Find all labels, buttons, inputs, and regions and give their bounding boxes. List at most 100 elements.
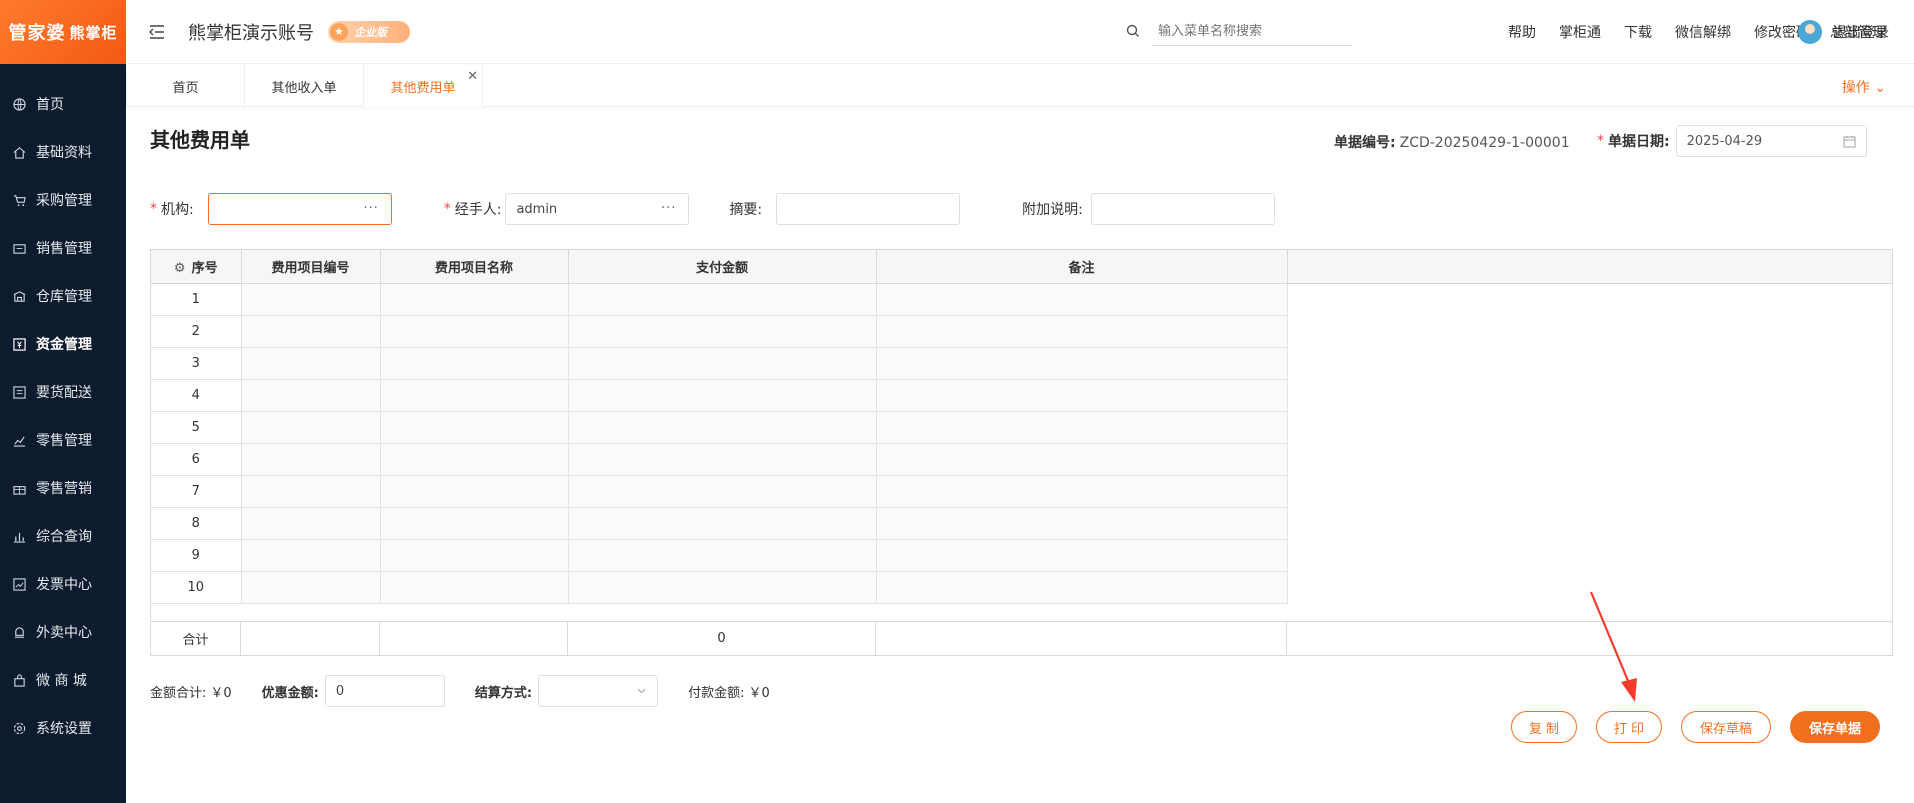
- table-row[interactable]: 5: [151, 411, 1892, 444]
- sidebar-item-purchase[interactable]: 采购管理: [0, 176, 126, 224]
- table-cell[interactable]: [380, 347, 569, 380]
- table-row[interactable]: 7: [151, 475, 1892, 508]
- user-menu[interactable]: 总部管理: [1798, 20, 1886, 44]
- copy-button[interactable]: 复 制: [1511, 711, 1577, 743]
- column-header-empty: [1287, 250, 1892, 284]
- table-row[interactable]: 8: [151, 507, 1892, 540]
- save-button[interactable]: 保存单据: [1790, 711, 1880, 743]
- table-cell[interactable]: [380, 539, 569, 572]
- org-input[interactable]: ···: [207, 193, 392, 225]
- table-cell[interactable]: [568, 507, 877, 540]
- table-cell[interactable]: [876, 347, 1288, 380]
- table-cell[interactable]: [380, 379, 569, 412]
- sidebar-item-funds[interactable]: 资金管理: [0, 320, 126, 368]
- table-cell[interactable]: [241, 315, 381, 348]
- tab-home[interactable]: 首页: [126, 65, 245, 107]
- save-draft-button[interactable]: 保存草稿: [1681, 711, 1771, 743]
- table-cell[interactable]: [241, 443, 381, 476]
- table-cell[interactable]: [380, 283, 569, 316]
- table-row[interactable]: 9: [151, 539, 1892, 572]
- handler-value: admin: [516, 201, 558, 217]
- table-cell[interactable]: [380, 443, 569, 476]
- table-cell[interactable]: [876, 475, 1288, 508]
- table-cell[interactable]: [876, 571, 1288, 604]
- table-row[interactable]: 1: [151, 283, 1892, 316]
- table-cell[interactable]: [568, 571, 877, 604]
- date-value: 2025-04-29: [1686, 133, 1763, 149]
- sidebar-item-query[interactable]: 综合查询: [0, 512, 126, 560]
- date-picker[interactable]: 2025-04-29: [1675, 125, 1867, 157]
- note-input[interactable]: [1090, 193, 1275, 225]
- sidebar-item-settings[interactable]: 系统设置: [0, 704, 126, 752]
- table-row[interactable]: 3: [151, 347, 1892, 380]
- sidebar-item-invoice[interactable]: 发票中心: [0, 560, 126, 608]
- table-cell[interactable]: [876, 379, 1288, 412]
- table-cell[interactable]: [241, 507, 381, 540]
- operations-dropdown[interactable]: 操作 ⌄: [1842, 77, 1886, 97]
- tab-other-expense[interactable]: 其他费用单 ✕: [364, 65, 483, 107]
- table-cell[interactable]: [876, 315, 1288, 348]
- total-amount: 0: [568, 622, 876, 655]
- summary-input[interactable]: [776, 193, 961, 225]
- zhanggui-link[interactable]: 掌柜通: [1559, 22, 1601, 42]
- settings-icon[interactable]: ⚙: [174, 261, 186, 276]
- sidebar-item-basic[interactable]: 基础资料: [0, 128, 126, 176]
- table-cell[interactable]: [241, 571, 381, 604]
- sidebar-item-sales[interactable]: 销售管理: [0, 224, 126, 272]
- table-cell[interactable]: [876, 411, 1288, 444]
- search-input[interactable]: [1152, 18, 1352, 46]
- table-cell[interactable]: [241, 347, 381, 380]
- close-icon[interactable]: ✕: [467, 69, 478, 84]
- table-row[interactable]: 6: [151, 443, 1892, 476]
- tab-other-income[interactable]: 其他收入单: [245, 65, 364, 107]
- sidebar-item-label: 采购管理: [36, 193, 92, 209]
- table-cell[interactable]: [380, 411, 569, 444]
- table-cell[interactable]: [241, 539, 381, 572]
- settle-select[interactable]: [538, 675, 659, 707]
- table-cell[interactable]: [380, 507, 569, 540]
- more-icon[interactable]: ···: [363, 201, 378, 216]
- menu-toggle-icon[interactable]: [148, 23, 166, 41]
- table-cell[interactable]: [380, 475, 569, 508]
- table-cell[interactable]: [568, 443, 877, 476]
- table-cell[interactable]: [568, 411, 877, 444]
- sidebar-item-retail[interactable]: 零售管理: [0, 416, 126, 464]
- table-cell[interactable]: [568, 283, 877, 316]
- table-cell[interactable]: [568, 539, 877, 572]
- logo-main: 管家婆: [8, 23, 66, 44]
- table-row[interactable]: 2: [151, 315, 1892, 348]
- table-cell[interactable]: [241, 411, 381, 444]
- table-cell[interactable]: [568, 379, 877, 412]
- trend-icon: [12, 577, 26, 591]
- table-cell[interactable]: [876, 507, 1288, 540]
- print-button[interactable]: 打 印: [1596, 711, 1662, 743]
- sidebar-item-home[interactable]: 首页: [0, 80, 126, 128]
- table-cell[interactable]: [568, 315, 877, 348]
- discount-input[interactable]: 0: [324, 675, 445, 707]
- table-row[interactable]: 4: [151, 379, 1892, 412]
- row-number: 10: [151, 571, 242, 604]
- table-cell[interactable]: [876, 443, 1288, 476]
- table-cell[interactable]: [568, 475, 877, 508]
- download-link[interactable]: 下载: [1624, 22, 1652, 42]
- row-number: 4: [151, 379, 242, 412]
- bar-chart-icon: [12, 529, 26, 543]
- table-cell[interactable]: [380, 315, 569, 348]
- more-icon[interactable]: ···: [661, 201, 676, 216]
- sidebar-item-mall[interactable]: 微 商 城: [0, 656, 126, 704]
- sidebar-item-delivery[interactable]: 要货配送: [0, 368, 126, 416]
- help-link[interactable]: 帮助: [1508, 22, 1536, 42]
- table-cell[interactable]: [241, 379, 381, 412]
- sidebar-item-takeout[interactable]: 外卖中心: [0, 608, 126, 656]
- sidebar-item-warehouse[interactable]: 仓库管理: [0, 272, 126, 320]
- table-cell[interactable]: [876, 539, 1288, 572]
- table-cell[interactable]: [568, 347, 877, 380]
- table-cell[interactable]: [876, 283, 1288, 316]
- handler-input[interactable]: admin ···: [505, 193, 690, 225]
- sidebar-item-marketing[interactable]: 零售营销: [0, 464, 126, 512]
- table-cell[interactable]: [380, 571, 569, 604]
- handler-label: 经手人:: [454, 202, 502, 218]
- wechat-unbind-link[interactable]: 微信解绑: [1675, 22, 1731, 42]
- table-cell[interactable]: [241, 283, 381, 316]
- table-cell[interactable]: [241, 475, 381, 508]
